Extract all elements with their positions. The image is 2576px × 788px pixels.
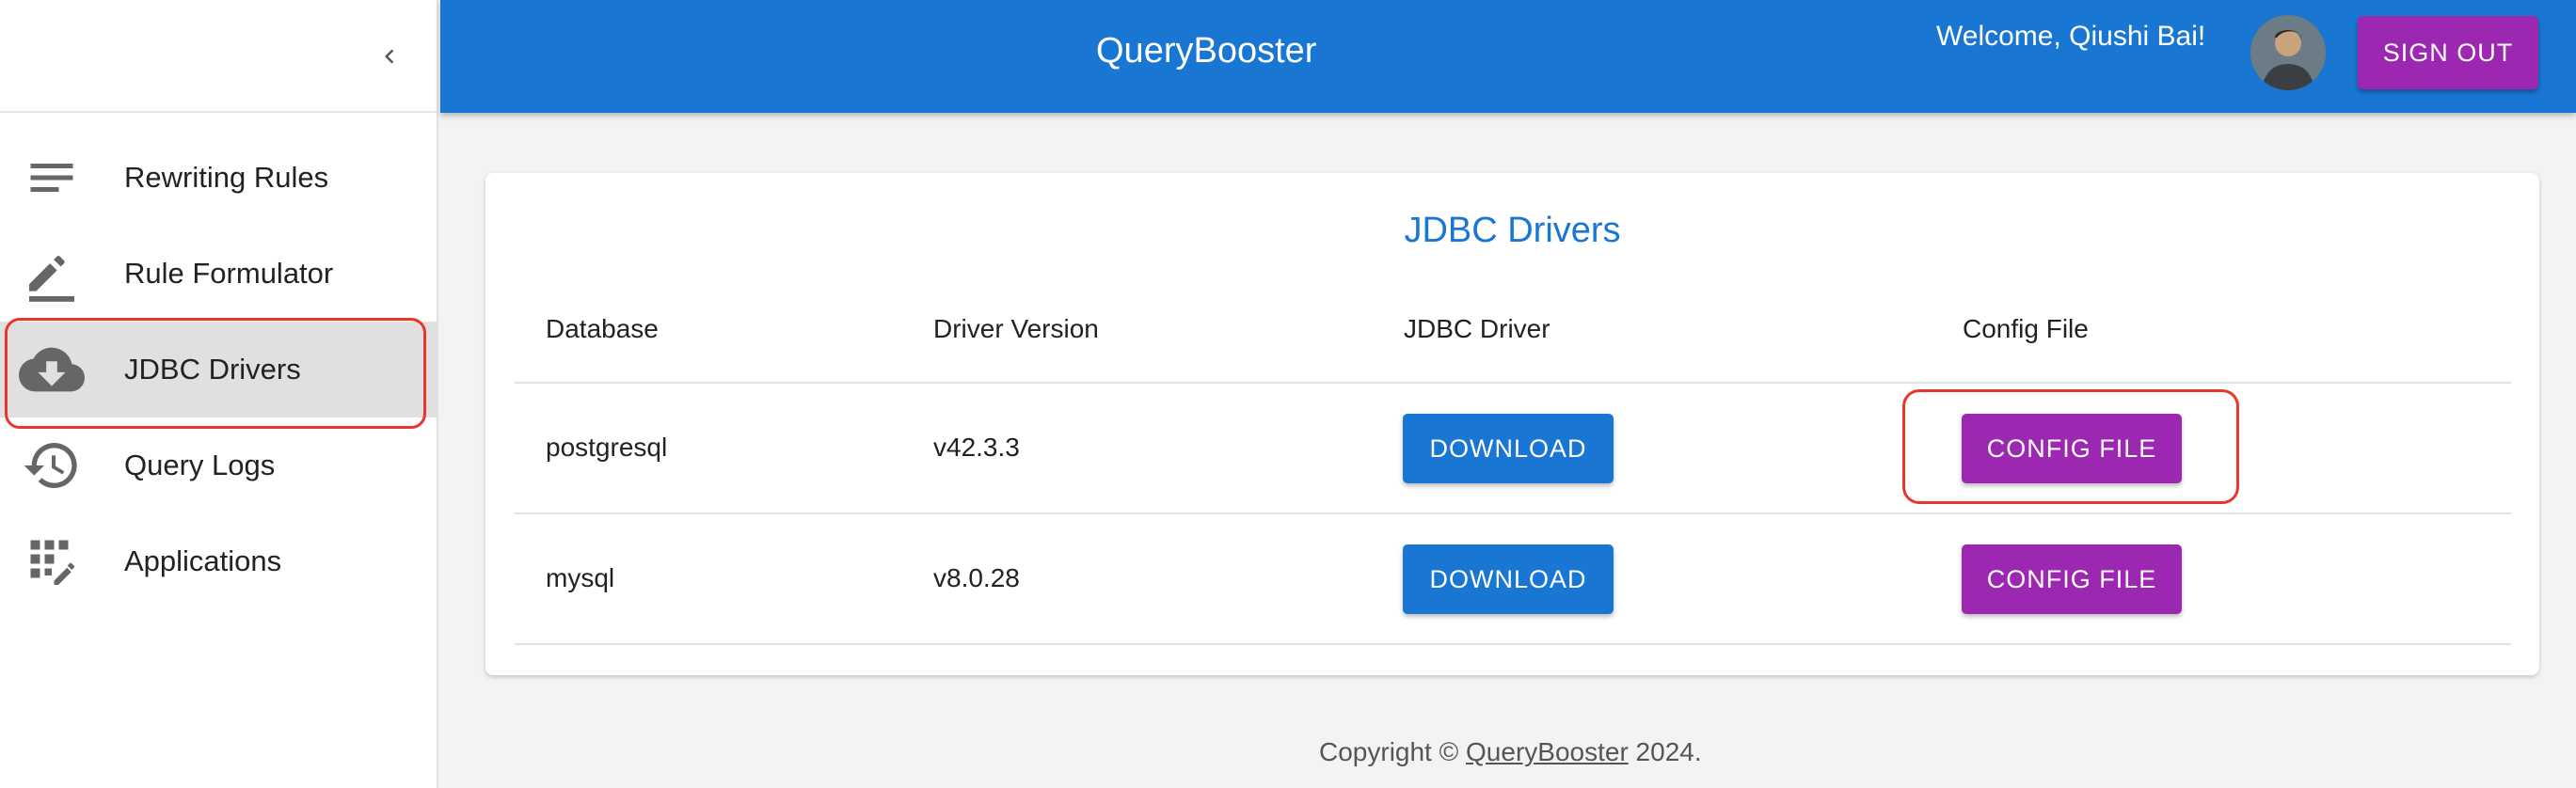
column-header-driver-version: Driver Version: [933, 314, 1099, 343]
card-title: JDBC Drivers: [1404, 211, 1621, 250]
sidebar-item-label: Query Logs: [124, 449, 276, 481]
cloud-download-icon: [17, 335, 87, 404]
sidebar-header: [0, 0, 437, 113]
sign-out-button[interactable]: SIGN OUT: [2358, 16, 2538, 89]
sidebar-item-applications[interactable]: Applications: [0, 513, 438, 609]
sidebar-item-label: Rewriting Rules: [124, 161, 329, 194]
jdbc-drivers-card: JDBC Drivers Database Driver Version JDB…: [485, 173, 2539, 675]
history-icon: [17, 431, 87, 500]
app-title: QueryBooster: [1096, 31, 1317, 71]
download-driver-button[interactable]: DOWNLOAD: [1403, 544, 1614, 614]
table-divider: [515, 643, 2511, 645]
cell-database: mysql: [546, 563, 615, 592]
footer-prefix: Copyright ©: [1319, 737, 1467, 766]
footer-link[interactable]: QueryBooster: [1466, 737, 1629, 766]
app-grid-icon: [17, 527, 87, 596]
sidebar-item-label: JDBC Drivers: [124, 353, 301, 386]
column-header-database: Database: [546, 314, 659, 343]
chevron-left-icon: [385, 49, 394, 64]
sidebar-item-label: Rule Formulator: [124, 257, 334, 290]
sidebar-item-rewriting-rules[interactable]: Rewriting Rules: [0, 130, 438, 226]
cell-driver-version: v8.0.28: [933, 563, 1020, 592]
footer-suffix: 2024.: [1628, 737, 1702, 766]
sidebar-item-query-logs[interactable]: Query Logs: [0, 418, 438, 513]
collapse-sidebar-button[interactable]: [363, 30, 416, 83]
table-divider: [515, 382, 2511, 384]
config-file-button[interactable]: CONFIG FILE: [1962, 544, 2182, 614]
list-icon: [17, 143, 87, 213]
table-divider: [515, 512, 2511, 514]
footer: Copyright © QueryBooster 2024.: [1319, 737, 1702, 767]
sidebar-item-rule-formulator[interactable]: Rule Formulator: [0, 226, 438, 322]
cell-driver-version: v42.3.3: [933, 433, 1020, 462]
config-file-button[interactable]: CONFIG FILE: [1962, 414, 2182, 483]
sidebar-item-jdbc-drivers[interactable]: JDBC Drivers: [0, 322, 438, 418]
sidebar-item-label: Applications: [124, 544, 282, 577]
app-bar: QueryBooster Welcome, Qiushi Bai! SIGN O…: [440, 0, 2576, 113]
sidebar: Rewriting Rules Rule Formulator JDBC Dri…: [0, 0, 438, 788]
avatar[interactable]: [2250, 15, 2326, 90]
welcome-text: Welcome, Qiushi Bai!: [1936, 21, 2206, 52]
pencil-icon: [17, 239, 87, 308]
column-header-jdbc-driver: JDBC Driver: [1404, 314, 1550, 343]
cell-database: postgresql: [546, 433, 668, 462]
column-header-config-file: Config File: [1963, 314, 2089, 343]
download-driver-button[interactable]: DOWNLOAD: [1403, 414, 1614, 483]
